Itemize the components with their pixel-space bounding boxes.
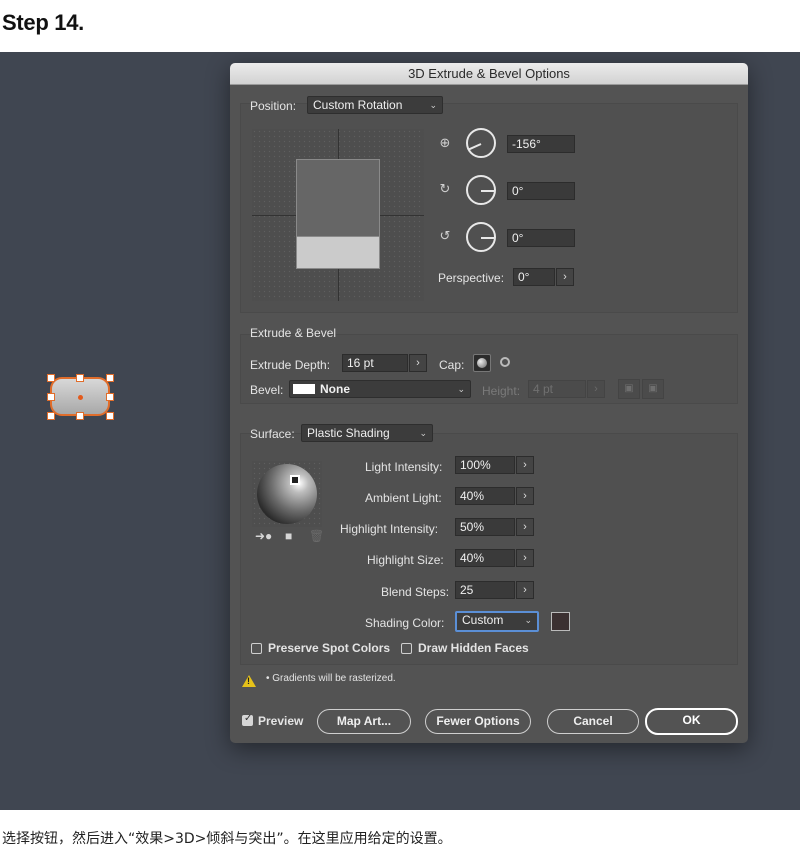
chevron-down-icon: ⌄ [419,428,427,438]
extrude-depth-label: Extrude Depth: [250,358,331,372]
instruction-caption: 选择按钮，然后进入“效果>3D>倾斜与突出”。在这里应用给定的设置。 [2,831,452,847]
draw-hidden-faces-label[interactable]: Draw Hidden Faces [418,640,529,656]
cube-face-front [296,237,380,269]
preserve-spot-colors-label[interactable]: Preserve Spot Colors [268,640,390,656]
height-slider-button[interactable]: › [587,380,605,398]
selection-handle[interactable] [47,374,55,382]
perspective-label: Perspective: [438,271,505,285]
dial-needle [468,143,482,151]
ambient-light-field[interactable]: 40% [455,487,515,505]
highlight-size-slider-button[interactable]: › [516,549,534,567]
highlight-size-label: Highlight Size: [367,553,444,567]
highlight-intensity-slider-button[interactable]: › [516,518,534,536]
lighting-sphere [257,464,317,524]
x-rotation-dial[interactable] [466,128,496,158]
new-light-icon[interactable]: ■ [285,529,292,543]
shading-color-swatch[interactable] [551,612,570,631]
z-rotation-field[interactable]: 0° [507,229,575,247]
extrude-bevel-section-label: Extrude & Bevel [250,326,337,340]
ok-button[interactable]: OK [645,708,738,735]
bevel-in-icon[interactable]: ▣ [642,379,664,399]
chevron-down-icon: ⌄ [457,384,465,394]
light-source-handle[interactable] [290,475,300,485]
extrude-bevel-dialog: 3D Extrude & Bevel Options Position: Cus… [230,63,748,743]
object-center-point [78,395,83,400]
height-label: Height: [482,384,521,398]
position-dropdown[interactable]: Custom Rotation ⌄ [307,96,443,114]
highlight-intensity-field[interactable]: 50% [455,518,515,536]
shading-color-dropdown-value: Custom [462,613,504,627]
preview-checkbox[interactable] [242,713,253,726]
preserve-spot-colors-checkbox[interactable] [251,643,262,654]
highlight-intensity-label: Highlight Intensity: [340,522,439,536]
y-axis-rotation-icon: ↻ [439,181,451,196]
light-intensity-slider-button[interactable]: › [516,456,534,474]
cap-off-icon[interactable] [497,354,515,372]
extrude-depth-field[interactable]: 16 pt [342,354,408,372]
z-rotation-dial[interactable] [466,222,496,252]
perspective-slider-button[interactable]: › [556,268,574,286]
y-rotation-field[interactable]: 0° [507,182,575,200]
rotation-cube-track[interactable] [252,129,424,301]
x-rotation-field[interactable]: -156° [507,135,575,153]
light-intensity-field[interactable]: 100% [455,456,515,474]
position-label: Position: [250,99,297,113]
delete-light-icon[interactable]: 🗑 [309,529,324,543]
selection-handle[interactable] [47,412,55,420]
bevel-out-icon[interactable]: ▣ [618,379,640,399]
bevel-label: Bevel: [250,383,284,397]
dial-needle [481,237,494,239]
selected-button-object[interactable] [50,377,110,416]
blend-steps-slider-button[interactable]: › [516,581,534,599]
chevron-down-icon: ⌄ [524,615,532,625]
bevel-preview-swatch [293,384,315,394]
position-dropdown-value: Custom Rotation [313,98,403,112]
ambient-light-label: Ambient Light: [365,491,442,505]
map-art-button[interactable]: Map Art... [317,709,411,734]
bevel-dropdown[interactable]: None ⌄ [289,380,471,398]
z-axis-rotation-icon: ↺ [439,228,451,243]
selection-handle[interactable] [106,412,114,420]
light-intensity-label: Light Intensity: [365,460,443,474]
warning-message: • Gradients will be rasterized. [266,673,396,684]
selection-handle[interactable] [106,374,114,382]
chevron-down-icon: ⌄ [429,100,437,110]
cap-label: Cap: [439,358,465,372]
preview-label[interactable]: Preview [258,713,303,729]
dialog-title: 3D Extrude & Bevel Options [230,63,748,85]
y-rotation-dial[interactable] [466,175,496,205]
cube-face-top [296,159,380,237]
cap-on-icon[interactable] [473,354,491,372]
height-field[interactable]: 4 pt [528,380,586,398]
warning-icon [242,675,256,687]
step-title: Step 14. [2,10,84,35]
bevel-dropdown-value: None [320,382,350,396]
surface-dropdown-value: Plastic Shading [307,426,390,440]
move-light-back-icon[interactable]: ➜● [255,529,272,543]
highlight-size-field[interactable]: 40% [455,549,515,567]
x-axis-rotation-icon: ⊕ [439,135,451,150]
surface-label: Surface: [250,427,295,441]
selection-handle[interactable] [76,412,84,420]
perspective-field[interactable]: 0° [513,268,555,286]
blend-steps-label: Blend Steps: [381,585,450,599]
selection-handle[interactable] [47,393,55,401]
artboard-canvas[interactable]: 3D Extrude & Bevel Options Position: Cus… [0,52,800,810]
selection-handle[interactable] [76,374,84,382]
fewer-options-button[interactable]: Fewer Options [425,709,531,734]
surface-dropdown[interactable]: Plastic Shading ⌄ [301,424,433,442]
ambient-light-slider-button[interactable]: › [516,487,534,505]
shading-color-label: Shading Color: [365,616,445,630]
selection-handle[interactable] [106,393,114,401]
lighting-sphere-preview[interactable] [252,461,322,527]
extrude-depth-slider-button[interactable]: › [409,354,427,372]
cancel-button[interactable]: Cancel [547,709,639,734]
shading-color-dropdown[interactable]: Custom ⌄ [455,611,539,632]
dial-needle [481,190,494,192]
draw-hidden-faces-checkbox[interactable] [401,643,412,654]
blend-steps-field[interactable]: 25 [455,581,515,599]
